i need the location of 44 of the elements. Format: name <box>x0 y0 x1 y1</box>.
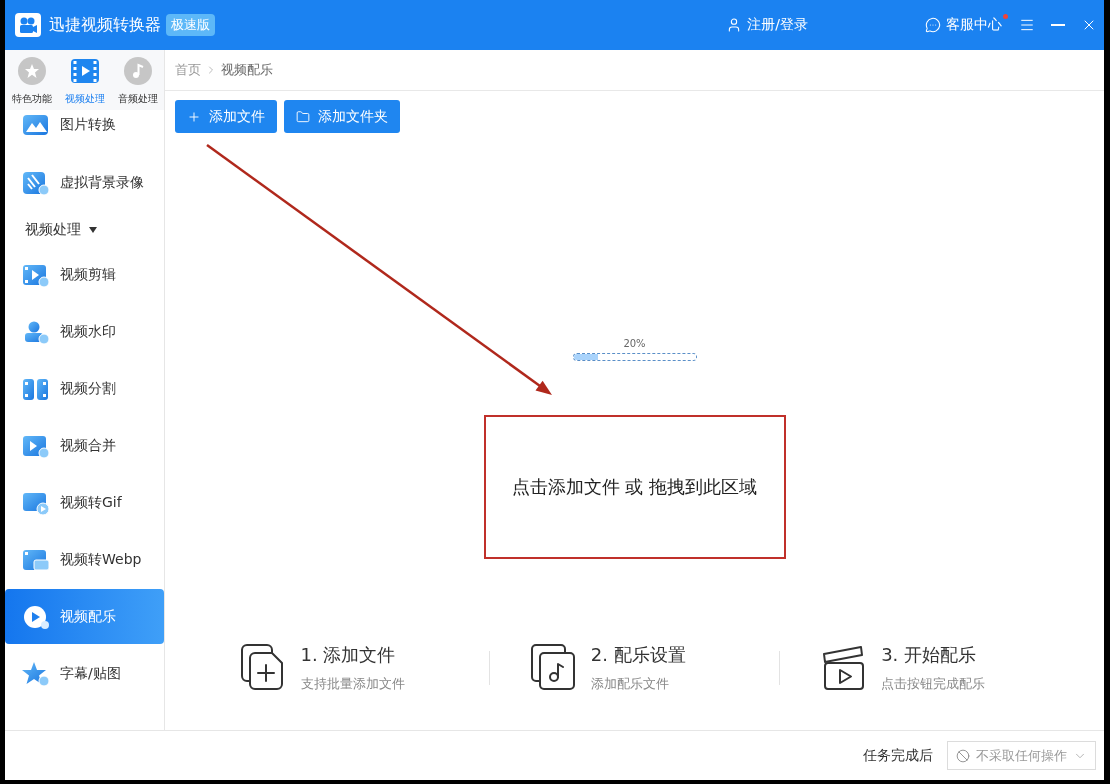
step-subtitle: 点击按钮完成配乐 <box>881 675 986 693</box>
striped-tile-icon <box>22 169 50 196</box>
landscape-icon <box>22 112 50 138</box>
sidebar-item[interactable]: 视频转Gif <box>5 475 164 530</box>
sidebar-item[interactable]: 图片转换 <box>5 110 164 140</box>
add-file-button[interactable]: 添加文件 <box>175 100 277 133</box>
sidebar-item[interactable]: 虚拟背景录像 <box>5 155 164 210</box>
sidebar-item[interactable]: 视频转Webp <box>5 532 164 587</box>
progress-reading: 20% <box>623 338 646 349</box>
login-link[interactable]: 注册/登录 <box>726 16 808 34</box>
sidebar-item[interactable]: 视频剪辑 <box>5 247 164 302</box>
category-tab[interactable]: 特色功能 <box>5 50 58 110</box>
sidebar-item[interactable]: 视频合并 <box>5 418 164 473</box>
step-title: 2. 配乐设置 <box>590 643 686 667</box>
step-title: 1. 添加文件 <box>300 643 397 667</box>
film-icon <box>70 57 99 85</box>
star-icon <box>22 660 50 687</box>
section-header[interactable]: 视频处理 <box>5 212 164 247</box>
step-subtitle: 支持批量添加文件 <box>300 675 405 693</box>
breadcrumb-item: 视频配乐 <box>221 61 273 79</box>
music-note-icon <box>529 643 578 691</box>
step-subtitle: 添加配乐文件 <box>590 675 670 693</box>
after-task-label: 任务完成后 <box>863 746 933 765</box>
drop-hint: 点击添加文件 或 拖拽到此区域 <box>511 475 758 499</box>
category-tab[interactable]: 音频处理 <box>111 50 164 110</box>
step-title: 3. 开始配乐 <box>881 643 978 667</box>
camera-logo-icon <box>15 13 41 37</box>
folder-icon <box>296 109 310 124</box>
sidebar-item[interactable]: 视频水印 <box>5 304 164 359</box>
menu-icon <box>1019 17 1035 33</box>
service-link[interactable]: 客服中心 <box>925 16 1002 34</box>
add-folder-button[interactable]: 添加文件夹 <box>284 100 400 133</box>
ban-icon <box>956 748 970 763</box>
play-disc-icon <box>22 603 50 630</box>
app-title: 迅捷视频转换器 <box>49 14 161 36</box>
chat-icon <box>925 17 941 33</box>
plus-icon <box>187 109 201 124</box>
minimize-icon <box>1051 24 1065 26</box>
sidebar-item[interactable]: 字幕/贴图 <box>5 646 164 701</box>
menu-button[interactable] <box>1019 17 1035 33</box>
sidebar-item[interactable]: 视频分割 <box>5 361 164 416</box>
edition-badge: 极速版 <box>166 14 215 36</box>
category-tab[interactable]: 视频处理 <box>58 50 111 110</box>
music-note-icon <box>123 57 152 85</box>
